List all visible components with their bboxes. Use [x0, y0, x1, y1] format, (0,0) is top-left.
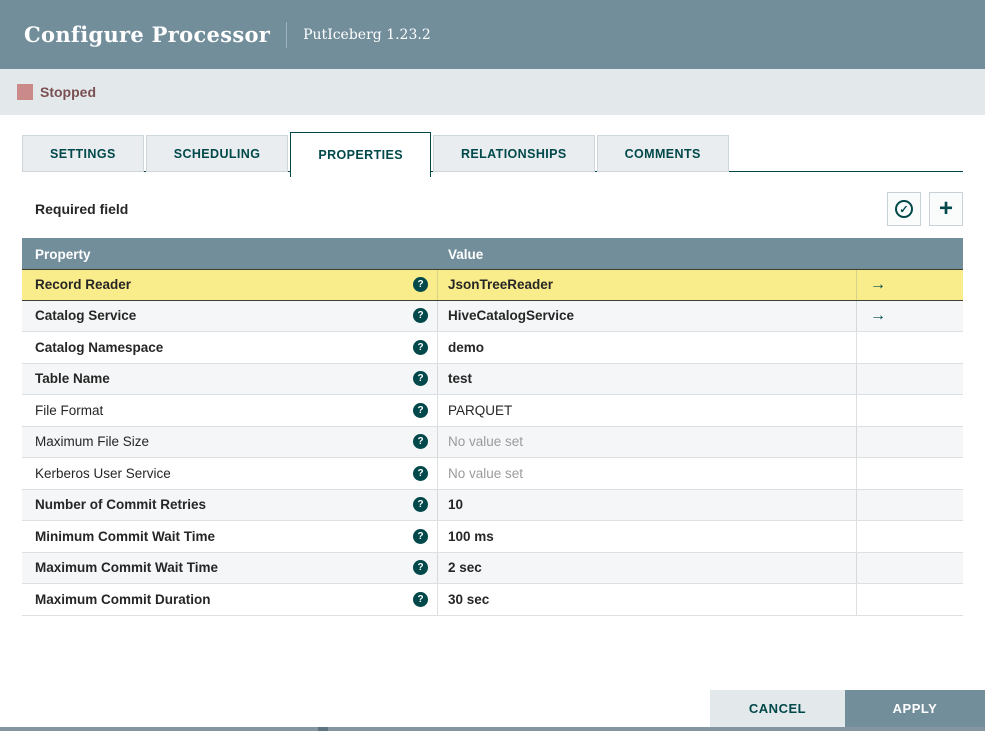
apply-button[interactable]: APPLY	[845, 690, 985, 727]
property-value[interactable]: No value set	[448, 466, 523, 481]
table-row[interactable]: Table Name ? test	[22, 363, 963, 395]
property-value[interactable]: No value set	[448, 434, 523, 449]
table-row[interactable]: Kerberos User Service ? No value set	[22, 458, 963, 490]
table-row[interactable]: Catalog Service ? HiveCatalogService →	[22, 300, 963, 332]
help-icon[interactable]: ?	[413, 402, 428, 418]
help-icon[interactable]: ?	[413, 308, 428, 324]
goto-service-icon[interactable]: →	[870, 307, 886, 325]
canvas-edge-strip	[0, 727, 985, 731]
property-value[interactable]: 30 sec	[448, 592, 489, 607]
help-icon[interactable]: ?	[413, 434, 428, 450]
property-name: Kerberos User Service	[35, 465, 171, 481]
property-name: Maximum File Size	[35, 434, 150, 450]
property-name: File Format	[35, 402, 104, 418]
property-name: Maximum Commit Duration	[35, 591, 211, 607]
tab-scheduling[interactable]: SCHEDULING	[145, 135, 289, 172]
tab-comments[interactable]: COMMENTS	[596, 135, 729, 172]
tab-properties[interactable]: PROPERTIES	[290, 132, 431, 177]
column-header-property: Property	[35, 246, 91, 262]
property-value[interactable]: 10	[448, 497, 463, 512]
help-icon[interactable]: ?	[413, 528, 428, 544]
help-icon[interactable]: ?	[413, 465, 428, 481]
canvas-edge-tick	[318, 727, 328, 731]
property-name: Minimum Commit Wait Time	[35, 528, 216, 544]
verify-properties-button[interactable]: ✓	[887, 192, 921, 226]
processor-name-version: PutIceberg 1.23.2	[303, 26, 431, 43]
status-label: Stopped	[40, 84, 96, 100]
table-row[interactable]: Maximum Commit Wait Time ? 2 sec	[22, 552, 963, 584]
help-icon[interactable]: ?	[413, 497, 428, 513]
table-header-row: Property Value	[22, 238, 963, 270]
table-row[interactable]: Maximum File Size ? No value set	[22, 426, 963, 458]
required-field-label: Required field	[35, 201, 129, 217]
status-bar: Stopped	[0, 69, 985, 115]
property-name: Maximum Commit Wait Time	[35, 560, 219, 576]
dialog-footer: CANCEL APPLY	[710, 690, 985, 727]
property-value[interactable]: test	[448, 371, 472, 386]
dialog-title: Configure Processor	[24, 22, 271, 47]
tab-settings[interactable]: SETTINGS	[22, 135, 144, 172]
help-icon[interactable]: ?	[413, 591, 428, 607]
plus-icon: +	[938, 195, 953, 222]
property-name: Table Name	[35, 371, 110, 387]
table-row[interactable]: Minimum Commit Wait Time ? 100 ms	[22, 521, 963, 553]
help-icon[interactable]: ?	[413, 560, 428, 576]
properties-toolbar: Required field ✓ +	[22, 192, 963, 226]
property-name: Catalog Service	[35, 308, 137, 324]
help-icon[interactable]: ?	[413, 339, 428, 355]
cancel-button[interactable]: CANCEL	[710, 690, 845, 727]
property-name: Number of Commit Retries	[35, 497, 207, 513]
check-circle-icon: ✓	[895, 200, 913, 218]
help-icon[interactable]: ?	[413, 277, 428, 293]
property-value[interactable]: 2 sec	[448, 560, 482, 575]
property-value[interactable]: demo	[448, 340, 484, 355]
help-icon[interactable]: ?	[413, 371, 428, 387]
dialog-header: Configure Processor PutIceberg 1.23.2	[0, 0, 985, 69]
table-row[interactable]: File Format ? PARQUET	[22, 395, 963, 427]
property-value[interactable]: 100 ms	[448, 529, 494, 544]
add-property-button[interactable]: +	[929, 192, 963, 226]
tab-bar: SETTINGS SCHEDULING PROPERTIES RELATIONS…	[22, 132, 963, 177]
property-value[interactable]: JsonTreeReader	[448, 277, 553, 292]
stopped-status-icon	[17, 84, 33, 100]
property-value[interactable]: HiveCatalogService	[448, 308, 574, 323]
goto-service-icon[interactable]: →	[870, 276, 886, 294]
title-separator	[286, 21, 288, 48]
toolbar-buttons: ✓ +	[887, 192, 963, 226]
column-header-value: Value	[448, 246, 484, 262]
table-row[interactable]: Number of Commit Retries ? 10	[22, 489, 963, 521]
table-row[interactable]: Maximum Commit Duration ? 30 sec	[22, 584, 963, 616]
table-row[interactable]: Catalog Namespace ? demo	[22, 332, 963, 364]
property-name: Record Reader	[35, 277, 132, 293]
dialog-body: SETTINGS SCHEDULING PROPERTIES RELATIONS…	[0, 132, 985, 616]
table-row[interactable]: Record Reader ? JsonTreeReader →	[22, 269, 963, 301]
property-name: Catalog Namespace	[35, 339, 164, 355]
property-value[interactable]: PARQUET	[448, 403, 512, 418]
properties-table: Property Value Record Reader ? JsonTreeR…	[22, 238, 963, 616]
tab-relationships[interactable]: RELATIONSHIPS	[432, 135, 595, 172]
